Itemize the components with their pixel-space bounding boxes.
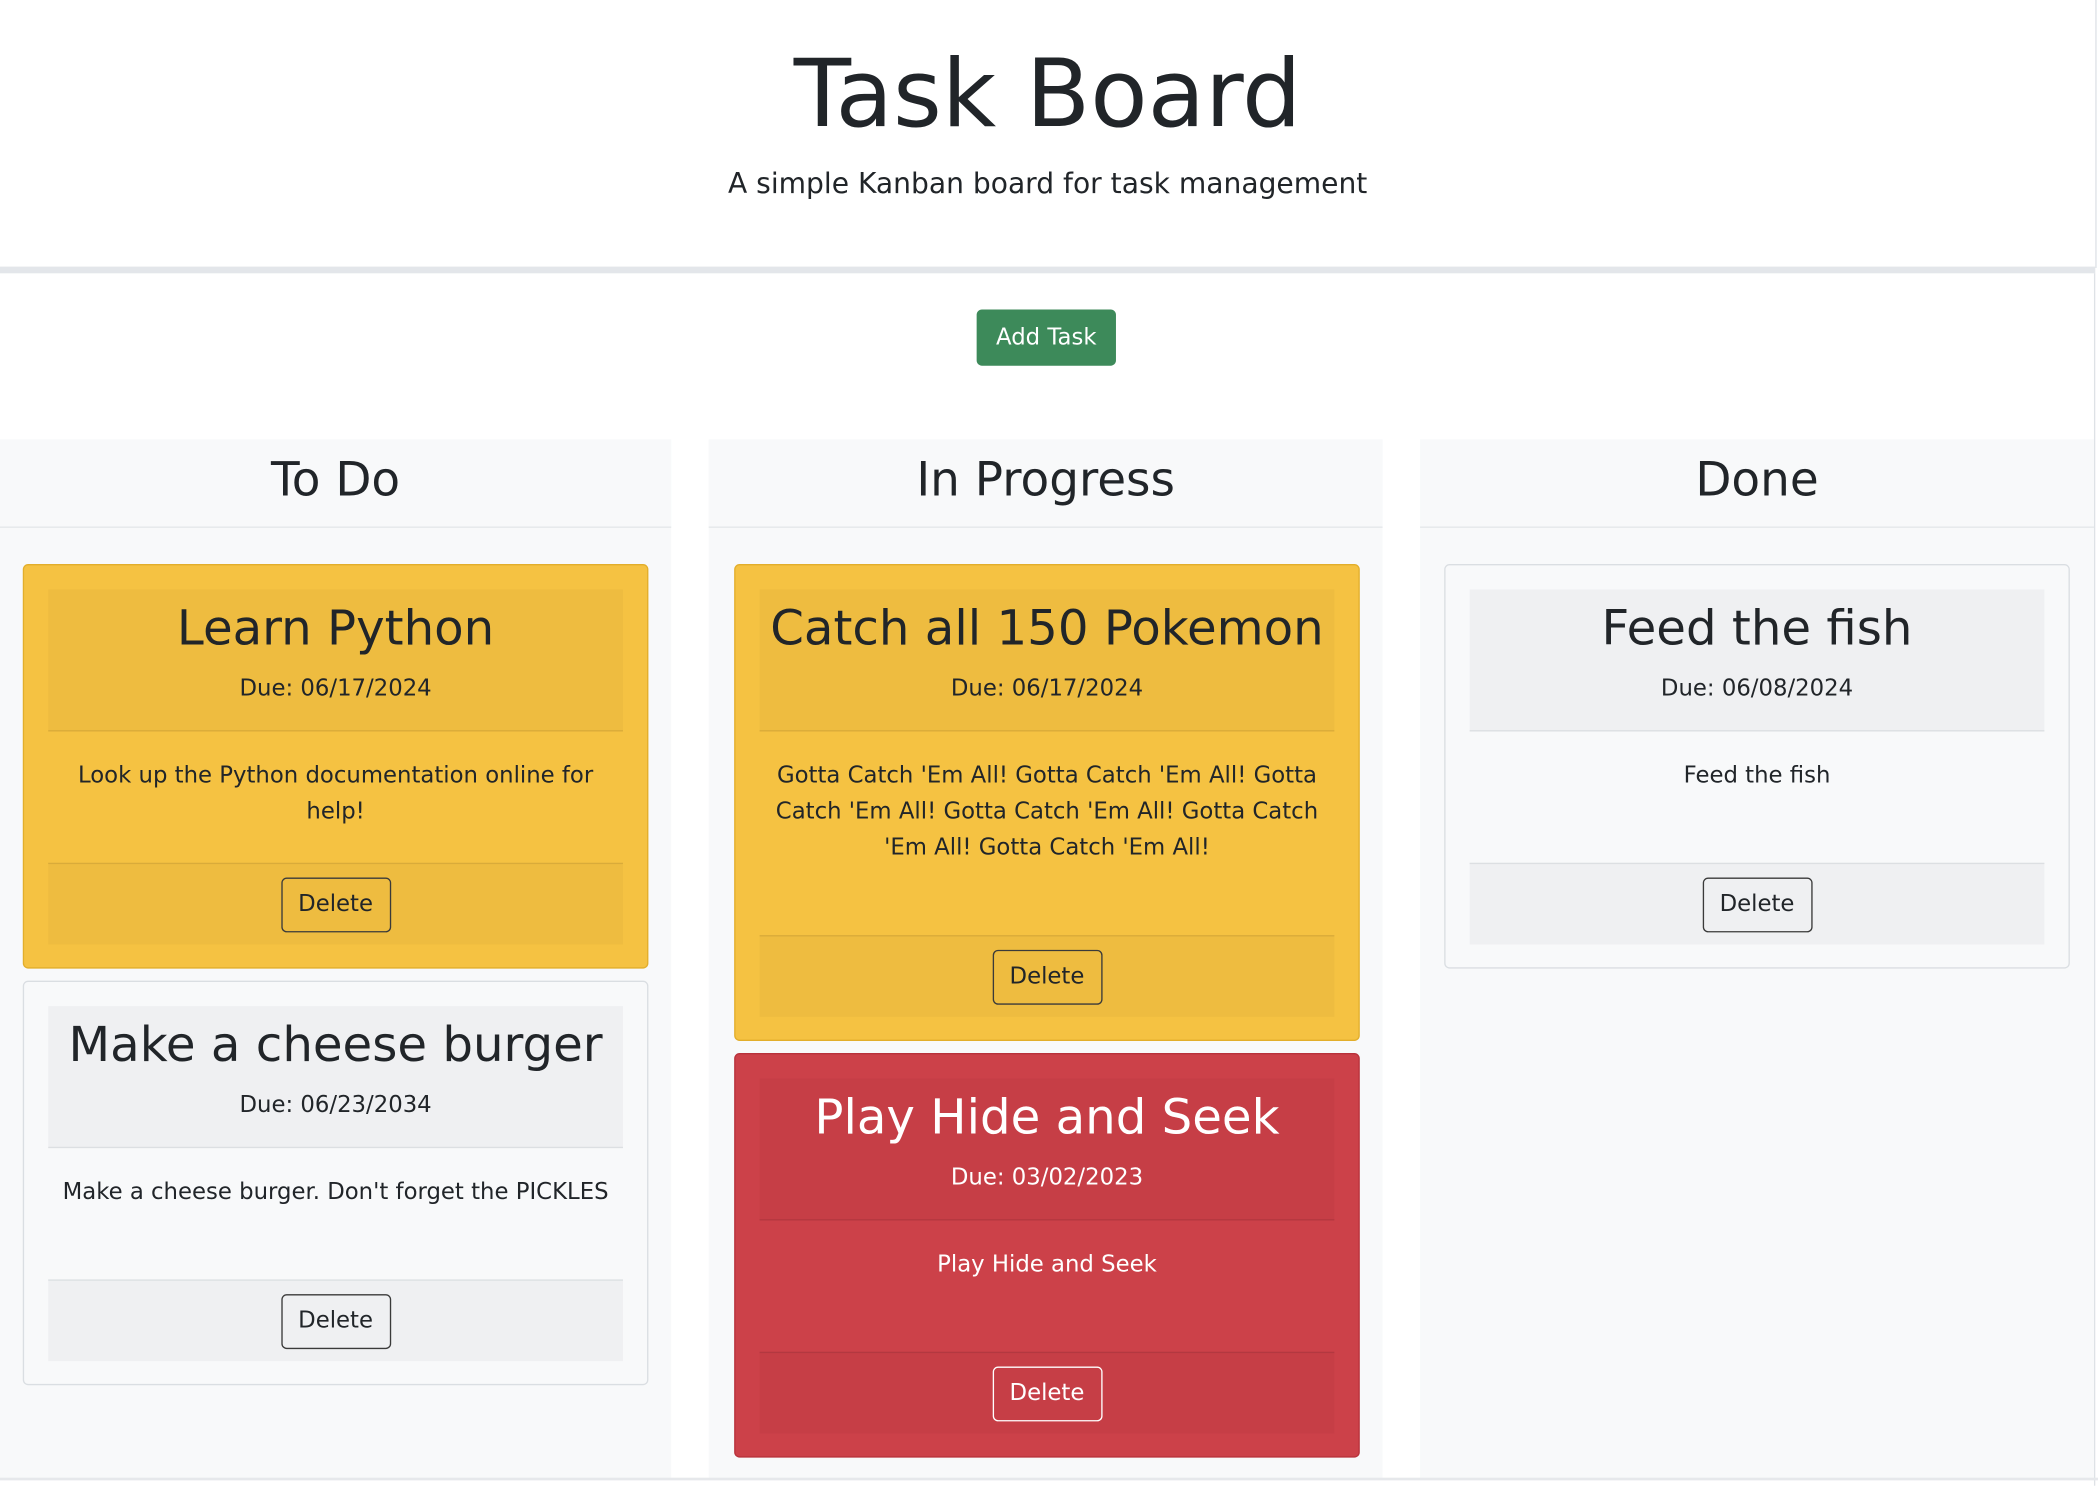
task-card[interactable]: Play Hide and Seek Due: 03/02/2023 Play …	[734, 1053, 1360, 1458]
delete-button[interactable]: Delete	[992, 1366, 1102, 1422]
task-card[interactable]: Learn Python Due: 06/17/2024 Look up the…	[22, 564, 649, 969]
card-due-date: Due: 03/02/2023	[950, 1164, 1144, 1191]
delete-button[interactable]: Delete	[280, 1294, 391, 1350]
card-description: Make a cheese burger. Don't forget the P…	[62, 1178, 609, 1206]
card-due-date: Due: 06/17/2024	[239, 675, 432, 703]
card-footer: Delete	[759, 1351, 1335, 1434]
card-header: Play Hide and Seek Due: 03/02/2023	[759, 1078, 1335, 1221]
page-title: Task Board	[793, 38, 1302, 149]
delete-button[interactable]: Delete	[1702, 877, 1812, 933]
card-header: Catch all 150 Pokemon Due: 06/17/2024	[759, 589, 1335, 732]
card-header: Learn Python Due: 06/17/2024	[48, 589, 623, 732]
delete-button[interactable]: Delete	[992, 949, 1102, 1005]
card-due-date: Due: 06/23/2034	[239, 1091, 432, 1119]
header-divider	[0, 266, 2096, 274]
card-title: Make a cheese burger	[68, 1018, 603, 1074]
card-footer: Delete	[48, 862, 623, 945]
card-header: Make a cheese burger Due: 06/23/2034	[48, 1006, 623, 1149]
task-card[interactable]: Make a cheese burger Due: 06/23/2034 Mak…	[22, 980, 649, 1386]
card-title: Learn Python	[176, 601, 495, 657]
task-card[interactable]: Feed the fish Due: 06/08/2024 Feed the f…	[1444, 564, 2070, 969]
card-footer: Delete	[759, 935, 1335, 1017]
column-done: Done Feed the fish Due: 06/08/2024 Feed …	[1420, 439, 2094, 1480]
card-footer: Delete	[48, 1279, 623, 1362]
task-card[interactable]: Catch all 150 Pokemon Due: 06/17/2024 Go…	[734, 564, 1360, 1041]
column-title-done: Done	[1420, 439, 2094, 528]
page-header: Task Board A simple Kanban board for tas…	[0, 0, 2097, 268]
card-description: Play Hide and Seek	[937, 1251, 1157, 1279]
card-description: Feed the fish	[1683, 762, 1831, 790]
card-footer: Delete	[1469, 862, 2045, 945]
column-in-progress: In Progress Catch all 150 Pokemon Due: 0…	[708, 439, 1383, 1480]
page-edge-divider	[2093, 273, 2096, 1486]
add-task-button[interactable]: Add Task	[976, 309, 1116, 366]
column-title-todo: To Do	[0, 439, 672, 528]
card-title: Feed the fish	[1601, 601, 1913, 657]
bottom-divider	[0, 1477, 2098, 1481]
card-description: Gotta Catch 'Em All! Gotta Catch 'Em All…	[775, 762, 1319, 862]
column-todo: To Do Learn Python Due: 06/17/2024 Look …	[0, 439, 672, 1480]
card-due-date: Due: 06/17/2024	[950, 675, 1144, 703]
page-subtitle: A simple Kanban board for task managemen…	[727, 167, 1368, 200]
column-title-in-progress: In Progress	[708, 439, 1383, 528]
card-title: Catch all 150 Pokemon	[770, 601, 1324, 657]
delete-button[interactable]: Delete	[280, 877, 391, 933]
task-board-app: Task Board A simple Kanban board for tas…	[0, 0, 2098, 1486]
card-description: Look up the Python documentation online …	[77, 762, 594, 826]
card-header: Feed the fish Due: 06/08/2024	[1469, 589, 2045, 732]
card-due-date: Due: 06/08/2024	[1660, 675, 1854, 703]
card-title: Play Hide and Seek	[814, 1090, 1280, 1146]
